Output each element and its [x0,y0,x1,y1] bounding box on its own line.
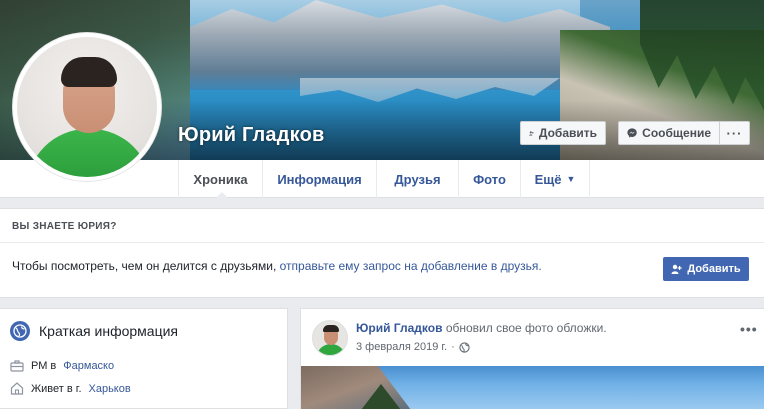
work-prefix: РМ в [31,360,57,372]
tab-timeline-label: Хроника [193,171,248,187]
add-friend-icon [671,264,682,274]
home-icon [10,382,24,395]
know-panel-text: Чтобы посмотреть, чем он делится с друзь… [12,259,542,273]
profile-avatar[interactable] [12,32,162,182]
message-button[interactable]: Сообщение [618,121,720,145]
add-friend-button[interactable]: Добавить [520,121,606,145]
home-prefix: Живет в г. [31,382,82,395]
add-friend-primary-button[interactable]: Добавить [663,257,749,281]
tab-more-label: Ещё [534,171,562,187]
avatar-hair [61,57,117,87]
more-options-icon: ··· [726,125,743,141]
tab-about-label: Информация [277,171,362,187]
friend-request-link[interactable]: отправьте ему запрос на добавление в дру… [280,259,542,273]
intro-row-home: Живет в г. Харьков [10,382,131,395]
intro-card: Краткая информация РМ в Фармаско Живет в… [0,308,288,409]
post-author-link[interactable]: Юрий Гладков [356,321,442,335]
tab-about[interactable]: Информация [262,160,376,198]
post-action: обновил свое фото обложки. [445,321,607,335]
post-meta: 3 февраля 2019 г. · [356,341,470,353]
chevron-down-icon: ▼ [566,174,576,184]
post-card: Юрий Гладков обновил свое фото обложки. … [300,308,764,409]
more-options-button[interactable]: ··· [719,121,750,145]
post-avatar-shirt [316,344,346,355]
avatar-photo [17,37,157,177]
post-image[interactable] [301,366,764,409]
messenger-icon [627,128,637,138]
tab-photos-label: Фото [473,171,506,187]
know-panel-text-start: Чтобы посмотреть, чем он делится с друзь… [12,259,277,273]
divider [0,242,764,243]
briefcase-icon [10,360,24,372]
tab-friends-label: Друзья [394,171,441,187]
work-link[interactable]: Фармаско [63,360,114,372]
intro-header: Краткая информация [10,321,178,341]
intro-row-work: РМ в Фармаско [10,360,114,372]
profile-tabs: Хроника Информация Друзья Фото Ещё ▼ [178,160,590,199]
post-avatar[interactable] [312,320,348,356]
message-label: Сообщение [642,126,711,140]
intro-title: Краткая информация [39,323,178,339]
globe-icon[interactable] [459,341,470,353]
profile-name[interactable]: Юрий Гладков [178,124,325,147]
tab-more[interactable]: Ещё ▼ [520,160,590,198]
know-panel-title: ВЫ ЗНАЕТЕ ЮРИЯ? [12,221,117,232]
post-date-link[interactable]: 3 февраля 2019 г. [356,341,447,353]
post-avatar-hair [323,325,339,332]
tab-photos[interactable]: Фото [458,160,520,198]
post-header: Юрий Гладков обновил свое фото обложки. [356,321,607,335]
home-link[interactable]: Харьков [89,383,131,395]
post-options-icon[interactable]: ••• [740,321,758,337]
add-friend-label: Добавить [538,126,597,140]
globe-icon [10,321,30,341]
know-panel: ВЫ ЗНАЕТЕ ЮРИЯ? Чтобы посмотреть, чем он… [0,208,764,298]
tab-timeline[interactable]: Хроника [178,160,262,199]
avatar-shirt [27,129,151,177]
tab-friends[interactable]: Друзья [376,160,458,198]
add-friend-primary-label: Добавить [687,263,741,275]
add-friend-icon [529,130,534,135]
post-meta-separator: · [451,341,455,353]
